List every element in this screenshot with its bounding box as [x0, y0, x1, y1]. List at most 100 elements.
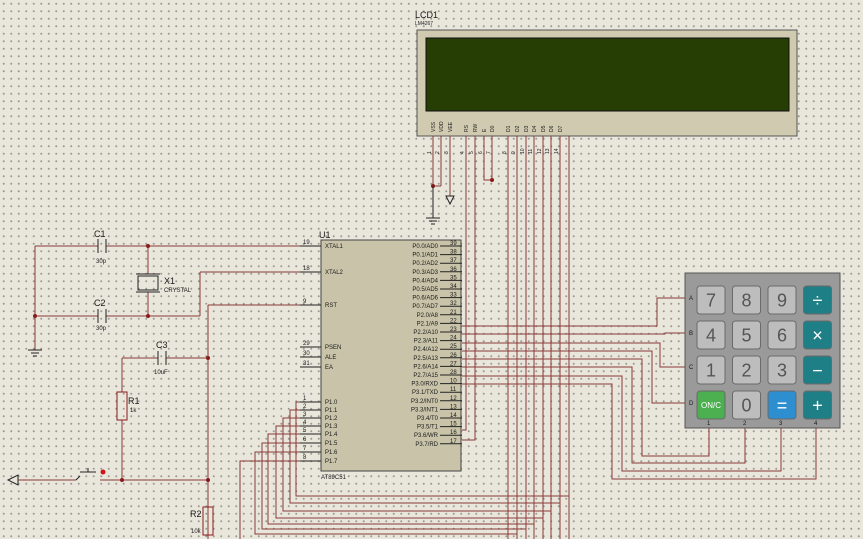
- lcd-pin-name: D2: [515, 125, 521, 132]
- mcu-left-pin-number: 18: [303, 266, 310, 272]
- keypad-key[interactable]: 6: [767, 320, 797, 350]
- crystal-symbol: [137, 275, 159, 291]
- lcd-pin-number: 9: [511, 151, 517, 154]
- lcd-pin-number: 11: [528, 149, 534, 154]
- lcd-pin-name: RS: [464, 124, 470, 132]
- ground-symbol-lcd: [426, 186, 440, 225]
- mcu-right-pin-name: P0.4/AD4: [412, 278, 438, 284]
- mcu-right-pin-name: P3.0/RXD: [411, 382, 438, 388]
- mcu-right-pin-number: 34: [450, 284, 457, 290]
- keypad-row-label: D: [689, 401, 694, 407]
- keypad-key[interactable]: ×: [803, 320, 832, 350]
- lcd-pin-name: VEE: [448, 121, 454, 132]
- mcu-right-pin-name: P2.3/A11: [414, 339, 439, 345]
- lcd-pin-number: 8: [502, 151, 508, 154]
- mcu-right-pin-number: 37: [450, 258, 457, 264]
- r1-symbol: [116, 391, 128, 421]
- mcu-right-pin-number: 23: [450, 327, 457, 333]
- keypad-key[interactable]: −: [803, 355, 832, 385]
- keypad-key[interactable]: 2: [732, 355, 761, 385]
- mcu-right-pin-number: 13: [450, 404, 457, 410]
- lcd-pin-number: 7: [486, 151, 492, 154]
- keypad-key-label: ×: [812, 325, 823, 345]
- keypad-key-label: 3: [777, 360, 787, 380]
- c1-symbol: [97, 239, 107, 253]
- mcu-left-pin-name: P1.6: [325, 450, 338, 456]
- mcu-right-pin-name: P3.1/TXD: [412, 390, 439, 396]
- keypad-key[interactable]: 1: [696, 355, 726, 385]
- keypad-key[interactable]: 5: [732, 320, 761, 350]
- mcu-right-pin-name: P3.6/WR: [414, 433, 439, 439]
- keypad-key[interactable]: 7: [696, 285, 726, 315]
- keypad-key-label: ON/C: [701, 401, 721, 410]
- mcu-left-pin-name: P1.2: [325, 416, 338, 422]
- mcu-left-pin-number: 9: [303, 299, 307, 305]
- mcu-right-pin-number: 14: [450, 413, 457, 419]
- mcu-right-pin-number: 22: [450, 318, 457, 324]
- mcu-left-pin-name: P1.5: [325, 441, 338, 447]
- keypad-key[interactable]: ÷: [803, 285, 832, 315]
- mcu-left-pin-number: 2: [303, 404, 307, 410]
- r1-value: 1k: [130, 408, 137, 414]
- lcd-pin-name: D1: [506, 125, 512, 132]
- x1-ref: X1: [164, 276, 175, 286]
- keypad-key[interactable]: 8: [732, 285, 761, 315]
- schematic-canvas: LCD1 LM4267 VSS1VDD2VEE3RS4RW5E6D07D18D2…: [6, 10, 841, 539]
- keypad-key-label: 1: [706, 360, 716, 380]
- mcu-left-pin-name: PSEN: [325, 345, 341, 351]
- keypad-key[interactable]: +: [803, 390, 832, 420]
- mcu-right-pin-name: P0.6/AD6: [412, 296, 438, 302]
- lcd-pin-name: D3: [524, 125, 530, 132]
- mcu-left-pin-number: 31: [303, 361, 310, 367]
- mcu-right-pin-name: P3.2/INT0: [411, 399, 439, 405]
- lcd-screen: [425, 37, 790, 112]
- ground-symbol-osc: [28, 349, 42, 357]
- keypad-key[interactable]: 4: [696, 320, 726, 350]
- mcu-left-pin-number: 5: [303, 428, 307, 434]
- keypad-key-label: 8: [741, 290, 751, 310]
- r1-ref: R1: [128, 396, 140, 406]
- mcu-left-pin-number: 30: [303, 351, 310, 357]
- lcd-pin-name: RW: [473, 123, 479, 132]
- mcu-right-pin-name: P2.6/A14: [413, 364, 438, 370]
- r2-ref: R2: [190, 509, 202, 519]
- keypad[interactable]: ABCD1 2 3 4 7 8 9 ÷4 5 6 ×1 2 3 −ON/C 0 = +: [684, 272, 841, 429]
- vee-arrow: [445, 195, 455, 206]
- mcu-left-pin-number: 6: [303, 437, 307, 443]
- mcu-right-pin-name: P0.0/AD0: [412, 244, 438, 250]
- keypad-key-label: ÷: [813, 290, 823, 310]
- keypad-row-label: B: [689, 331, 693, 337]
- mcu-left-pin-number: 3: [303, 412, 307, 418]
- mcu-right-pin-number: 12: [450, 396, 457, 402]
- keypad-key[interactable]: 9: [767, 285, 797, 315]
- reset-switch-symbol: [75, 468, 96, 481]
- mcu-right-pin-name: P0.5/AD5: [412, 287, 438, 293]
- keypad-row-label: A: [689, 296, 693, 302]
- mcu-right-pin-name: P3.4/T0: [417, 416, 439, 422]
- mcu-u1[interactable]: U1 AT89C51 XTAL119XTAL218RST9PSEN29ALE30…: [300, 230, 462, 481]
- mcu-right-pin-name: P3.7/RD: [415, 442, 438, 448]
- lcd-pin-name: VSS: [431, 121, 437, 132]
- mcu-right-pin-number: 16: [450, 430, 457, 436]
- mcu-right-pin-name: P2.7/A15: [413, 373, 438, 379]
- lcd-display[interactable]: LCD1 LM4267 VSS1VDD2VEE3RS4RW5E6D07D18D2…: [415, 10, 798, 154]
- keypad-key[interactable]: 3: [767, 355, 797, 385]
- mcu-right-pin-name: P3.5/T1: [417, 425, 439, 431]
- mcu-right-pin-number: 39: [450, 241, 457, 247]
- power-arrow: [6, 474, 19, 486]
- lcd-pin-number: 12: [537, 148, 543, 154]
- keypad-key-label: 5: [741, 325, 751, 345]
- keypad-key[interactable]: 0: [732, 390, 761, 420]
- mcu-right-pin-name: P2.0/A8: [417, 313, 439, 319]
- c1-value: 30p: [96, 259, 107, 265]
- lcd-pin-number: 10: [520, 148, 526, 154]
- mcu-part: AT89C51: [321, 475, 347, 481]
- mcu-right-pin-number: 38: [450, 250, 457, 256]
- keypad-key-label: 6: [777, 325, 787, 345]
- keypad-key[interactable]: ON/C: [696, 390, 726, 420]
- mcu-left-pin-name: ALE: [325, 355, 336, 361]
- mcu-right-pin-number: 35: [450, 275, 457, 281]
- lcd-bus-wiring: [462, 136, 570, 539]
- lcd-pin-number: 6: [478, 151, 484, 154]
- keypad-key[interactable]: =: [767, 390, 797, 420]
